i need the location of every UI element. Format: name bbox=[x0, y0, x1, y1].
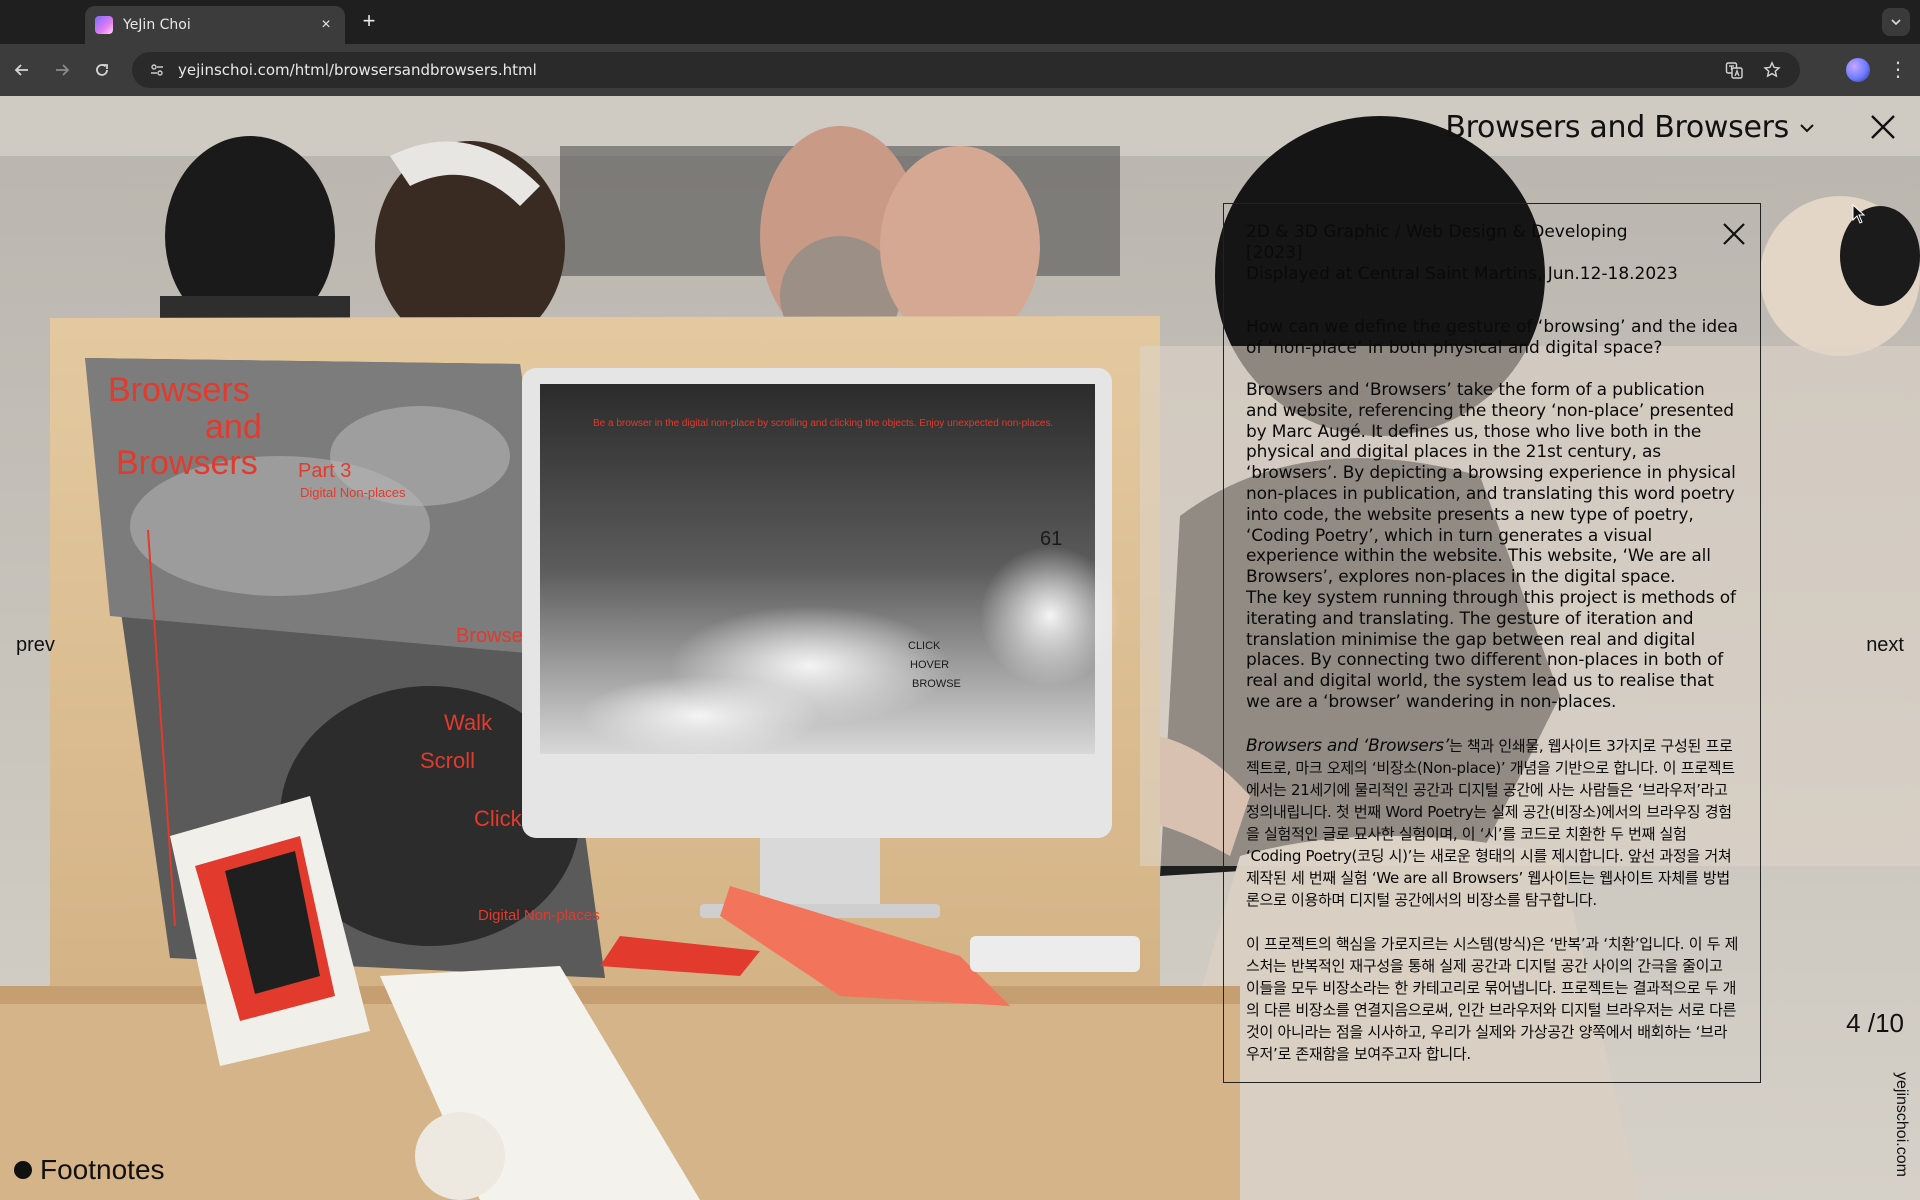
poster-browse: Browse bbox=[456, 625, 523, 647]
poster-click: Click bbox=[474, 806, 523, 831]
screen-menu-2: HOVER bbox=[910, 659, 949, 671]
new-tab-button[interactable]: + bbox=[355, 8, 383, 36]
browser-toolbar: yejinschoi.com/html/browsersandbrowsers.… bbox=[0, 44, 1920, 96]
translate-icon[interactable] bbox=[1720, 56, 1748, 84]
site-info-icon[interactable] bbox=[146, 59, 168, 81]
tab-search-chevron-icon[interactable] bbox=[1882, 8, 1910, 36]
screen-number: 61 bbox=[1040, 528, 1062, 550]
description-korean: Browsers and ‘Browsers’는 책과 인쇄물, 웹사이트 3가… bbox=[1246, 735, 1740, 911]
footnotes-dot-icon bbox=[14, 1161, 32, 1179]
poster-title-3: Browsers bbox=[116, 444, 258, 482]
meta-line-2: Displayed at Central Saint Martins, Jun.… bbox=[1246, 264, 1678, 284]
info-close-icon[interactable] bbox=[1722, 222, 1746, 246]
description-korean-2: 이 프로젝트의 핵심을 가로지르는 시스템(방식)은 ‘반복’과 ‘치환’입니다… bbox=[1246, 934, 1739, 1063]
page-viewport: Browsers and Browsers Part 3 Digital Non… bbox=[0, 96, 1920, 1200]
reload-icon[interactable] bbox=[88, 56, 116, 84]
footnotes-label: Footnotes bbox=[40, 1154, 165, 1185]
footnotes-toggle[interactable]: Footnotes bbox=[14, 1154, 165, 1186]
project-meta: 2D & 3D Graphic / Web Design & Developin… bbox=[1246, 222, 1686, 285]
monitor-graphic: Be a browser in the digital non-place by… bbox=[522, 368, 1120, 918]
project-title: Browsers and Browsers bbox=[1445, 110, 1789, 145]
poster-subtitle: Digital Non-places bbox=[300, 485, 406, 500]
poster-title-1: Browsers bbox=[108, 371, 250, 409]
prev-link[interactable]: prev bbox=[16, 634, 55, 657]
poster-footer: Digital Non-places bbox=[478, 907, 600, 924]
project-question: How can we define the gesture of ‘browsi… bbox=[1246, 317, 1739, 358]
poster-walk: Walk bbox=[444, 710, 493, 735]
site-name-vertical[interactable]: yejinschoi.com bbox=[1892, 1072, 1910, 1177]
url-text[interactable]: yejinschoi.com/html/browsersandbrowsers.… bbox=[178, 61, 1710, 79]
chevron-down-icon bbox=[1800, 123, 1814, 132]
profile-avatar[interactable] bbox=[1846, 58, 1870, 82]
project-title-dropdown[interactable]: Browsers and Browsers bbox=[1445, 110, 1815, 145]
cursor-icon bbox=[1852, 204, 1866, 224]
close-icon[interactable] bbox=[1870, 114, 1896, 140]
back-arrow-icon[interactable] bbox=[8, 56, 36, 84]
kebab-menu-icon[interactable]: ⋮ bbox=[1884, 56, 1912, 84]
next-link[interactable]: next bbox=[1866, 634, 1904, 657]
tab-title: YeJin Choi bbox=[123, 17, 191, 33]
poster-scroll: Scroll bbox=[420, 748, 475, 773]
description-korean-body: 는 책과 인쇄물, 웹사이트 3가지로 구성된 프로젝트로, 마크 오제의 ‘비… bbox=[1246, 736, 1735, 909]
slide-counter: 4 /10 bbox=[1846, 1008, 1904, 1038]
forward-arrow-icon[interactable] bbox=[48, 56, 76, 84]
poster-title-2: and bbox=[205, 408, 262, 446]
favicon-icon bbox=[95, 16, 113, 34]
tab-strip: YeJin Choi × + bbox=[0, 0, 1920, 44]
screen-menu-1: CLICK bbox=[908, 640, 941, 652]
description-korean-title: Browsers and ‘Browsers’ bbox=[1246, 735, 1449, 756]
star-icon[interactable] bbox=[1758, 56, 1786, 84]
screen-menu-3: BROWSE bbox=[912, 678, 961, 690]
browser-tab[interactable]: YeJin Choi × bbox=[85, 6, 345, 44]
screen-text: Be a browser in the digital non-place by… bbox=[593, 418, 1053, 429]
tab-close-icon[interactable]: × bbox=[317, 16, 335, 34]
meta-line-1: 2D & 3D Graphic / Web Design & Developin… bbox=[1246, 222, 1628, 263]
poster-part: Part 3 bbox=[298, 460, 351, 482]
address-bar[interactable]: yejinschoi.com/html/browsersandbrowsers.… bbox=[132, 52, 1800, 88]
project-info-panel: 2D & 3D Graphic / Web Design & Developin… bbox=[1223, 203, 1761, 1083]
description-english: Browsers and ‘Browsers’ take the form of… bbox=[1246, 380, 1736, 712]
